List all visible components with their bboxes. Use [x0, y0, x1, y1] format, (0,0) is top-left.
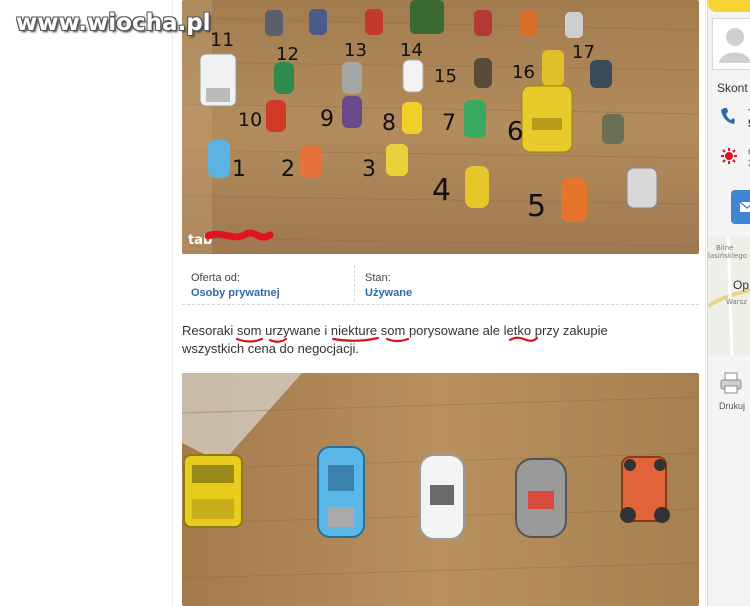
grey-car-toy	[515, 458, 567, 538]
contact-heading: Skont	[717, 81, 748, 95]
listing-photo-bottom[interactable]	[182, 373, 699, 606]
number-label: 4	[432, 173, 451, 208]
number-label: 16	[512, 62, 535, 83]
detail-condition: Stan: Używane	[354, 265, 594, 301]
number-label: 17	[572, 42, 595, 63]
number-label: 12	[276, 44, 299, 65]
map-road-label: Warsz	[726, 298, 747, 306]
seller-sidebar: Skont T 5 C 3	[707, 0, 750, 606]
location-map[interactable]: Bilne lasińskiego Warsz Op	[708, 235, 750, 357]
avatar	[712, 18, 750, 70]
number-label: 11	[210, 29, 234, 51]
number-label: 6	[507, 117, 524, 147]
condition-label: Stan:	[365, 272, 391, 284]
phone-icon	[721, 107, 735, 130]
number-label: 10	[238, 109, 262, 131]
number-label: 5	[527, 189, 546, 224]
toy-cars-closeup-photo	[182, 373, 699, 606]
map-overlay-label: Op	[733, 278, 750, 292]
mail-icon	[739, 201, 750, 212]
user-avatar-icon	[719, 28, 750, 63]
offer-from-value[interactable]: Osoby prywatnej	[191, 287, 354, 299]
number-label: 7	[442, 111, 456, 136]
redaction-scribble	[204, 229, 274, 241]
number-label: 9	[320, 107, 334, 132]
description-word: Resoraki	[182, 323, 234, 338]
number-label: 15	[434, 66, 457, 87]
number-label: 3	[362, 157, 376, 182]
listing-description: Resoraki som urzywane i niekture som por…	[182, 322, 682, 358]
send-message-button[interactable]	[731, 190, 750, 224]
blue-car-toy	[317, 446, 365, 538]
sidebar-accent-bar	[708, 0, 750, 12]
description-word: porysowane ale	[408, 323, 501, 338]
map-tiles: Bilne lasińskiego Warsz	[708, 235, 750, 357]
print-link[interactable]: Drukuj	[719, 401, 745, 411]
description-word-marked: som	[236, 323, 262, 338]
description-line-2: wszystkich cena do negocjacji.	[182, 341, 360, 356]
watermark-text: www.wiocha.pl	[16, 10, 211, 36]
toy-cars-photo: 1 2 3 4 5 6 7 8 9 10 11 12 13 14 15 16 1	[182, 0, 699, 254]
yellow-truck-toy	[183, 454, 243, 528]
description-word: i	[324, 323, 328, 338]
detail-offer-from: Oferta od: Osoby prywatnej	[182, 265, 354, 301]
number-label: 1	[232, 157, 246, 182]
offer-from-label: Oferta od:	[191, 272, 240, 284]
white-car-toy	[419, 454, 465, 540]
description-word-marked: urzywane	[265, 323, 321, 338]
description-line-1: Resoraki som urzywane i niekture som por…	[182, 322, 682, 340]
description-word-marked: letko	[503, 323, 532, 338]
sun-icon	[721, 148, 737, 169]
map-place-label: lasińskiego	[708, 252, 747, 260]
description-word-marked: som	[380, 323, 406, 338]
description-word-marked: niekture	[330, 323, 378, 338]
condition-value[interactable]: Używane	[365, 287, 594, 299]
description-word: przy zakupie	[534, 323, 608, 338]
listing-panel: 1 2 3 4 5 6 7 8 9 10 11 12 13 14 15 16 1	[172, 0, 706, 606]
printer-icon[interactable]	[720, 372, 742, 399]
orange-buggy-toy	[620, 456, 670, 523]
map-place-label: Bilne	[716, 244, 733, 252]
listing-photo-top[interactable]: 1 2 3 4 5 6 7 8 9 10 11 12 13 14 15 16 1	[182, 0, 699, 254]
number-label: 13	[344, 40, 367, 61]
page: 1 2 3 4 5 6 7 8 9 10 11 12 13 14 15 16 1	[0, 0, 750, 606]
number-label: 14	[400, 40, 423, 61]
number-label: 8	[382, 111, 396, 136]
listing-details: Oferta od: Osoby prywatnej Stan: Używane	[182, 263, 699, 305]
number-label: 2	[281, 157, 295, 182]
